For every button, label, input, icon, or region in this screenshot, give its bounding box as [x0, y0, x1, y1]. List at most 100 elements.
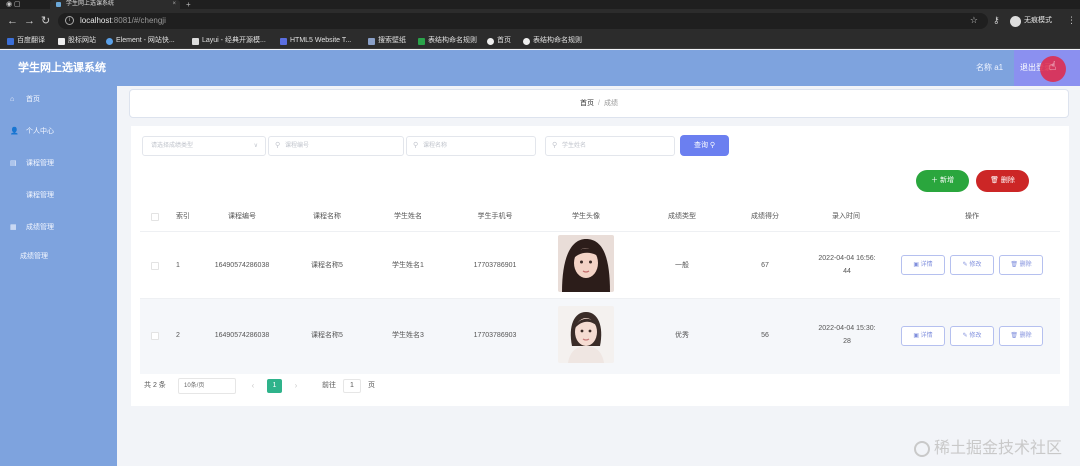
- column-header: 索引: [176, 213, 190, 220]
- cell-time: 2022-04-04 16:56:: [818, 255, 876, 262]
- column-header: 录入时间: [832, 213, 860, 220]
- bookmark-item[interactable]: 首页: [487, 36, 511, 46]
- detail-button[interactable]: ▣ 详情: [901, 326, 945, 346]
- detail-icon: ▣: [913, 333, 919, 339]
- app-header: 学生网上选课系统 名称 a1 退出登录 ☝: [0, 50, 1080, 86]
- student-avatar: [558, 235, 614, 292]
- bookmark-item[interactable]: 百度翻译: [7, 36, 45, 46]
- row-checkbox[interactable]: [151, 332, 159, 340]
- back-icon[interactable]: ←: [7, 15, 18, 27]
- edit-icon: ✎: [962, 262, 968, 268]
- row-delete-button[interactable]: 🗑 删除: [999, 326, 1043, 346]
- cell-grade-type: 一般: [675, 262, 689, 269]
- incognito-label: 无痕模式: [1024, 17, 1052, 24]
- forward-icon[interactable]: →: [24, 15, 35, 27]
- sidebar-subitem-grade-management[interactable]: 成绩管理: [0, 249, 117, 265]
- sidebar-item-grade-management[interactable]: ▦ 成绩管理: [0, 220, 117, 236]
- bookmark-item[interactable]: Layui - 经典开源模...: [192, 36, 266, 46]
- logout-button[interactable]: 退出登录 ☝: [1014, 50, 1080, 86]
- trash-icon: 🗑: [1010, 333, 1018, 339]
- watermark: 稀土掘金技术社区: [914, 440, 1062, 458]
- user-icon: 👤: [10, 128, 19, 135]
- trash-icon: 🗑: [1010, 262, 1018, 268]
- breadcrumb-separator: /: [598, 100, 600, 107]
- cell-course-name: 课程名称5: [311, 262, 343, 269]
- delete-button[interactable]: 🗑 删除: [976, 170, 1029, 192]
- course-no-input[interactable]: ⚲ 课程编号: [268, 136, 404, 156]
- cell-course-no: 16490574286038: [214, 332, 270, 339]
- breadcrumb-current: 成绩: [603, 100, 618, 107]
- browser-tab-bar: ◉ ▢ 学生网上选课系统 × +: [0, 0, 1080, 9]
- cell-index: 2: [176, 332, 180, 339]
- avatar-photo-icon: [558, 306, 614, 363]
- search-icon: ⚲: [275, 142, 281, 149]
- chevron-down-icon: ∨: [253, 143, 258, 149]
- address-bar: ← → ↻ i localhost:8081/#/chengji ☆ ⚷ 无痕模…: [0, 9, 1080, 33]
- page-suffix-label: 页: [368, 382, 375, 389]
- home-icon: ⌂: [10, 96, 15, 103]
- detail-button[interactable]: ▣ 详情: [901, 255, 945, 275]
- cursor-hand-icon: ☝: [1049, 59, 1057, 73]
- app-title: 学生网上选课系统: [18, 62, 106, 74]
- reload-icon[interactable]: ↻: [41, 15, 50, 27]
- bookmark-item[interactable]: Element - 网站快...: [106, 36, 175, 46]
- url-host: localhost: [80, 16, 112, 25]
- tab-close-icon[interactable]: ×: [172, 0, 176, 9]
- bookmark-item[interactable]: 表结构命名规则: [418, 36, 477, 46]
- prev-page-icon[interactable]: ‹: [246, 379, 260, 393]
- browser-menu-icon[interactable]: ⋮: [1067, 15, 1076, 26]
- site-info-icon[interactable]: i: [65, 16, 74, 25]
- page-number[interactable]: 1: [267, 379, 282, 393]
- student-avatar: [558, 306, 614, 363]
- sidebar-subitem-course-management[interactable]: 课程管理: [0, 188, 117, 204]
- tab-favicon-icon: [56, 2, 61, 7]
- sidebar-item-course-management[interactable]: ▤ 课程管理: [0, 156, 117, 172]
- search-button[interactable]: 查询 ⚲: [680, 135, 729, 156]
- goto-page-input[interactable]: 1: [343, 379, 361, 393]
- row-delete-button[interactable]: 🗑 删除: [999, 255, 1043, 275]
- grid-icon: ▦: [10, 224, 17, 231]
- cell-index: 1: [176, 262, 180, 269]
- course-name-input[interactable]: ⚲ 课程名称: [406, 136, 536, 156]
- row-checkbox[interactable]: [151, 262, 159, 270]
- tab-title: 学生网上选课系统: [66, 1, 115, 7]
- bookmark-item[interactable]: 表结构命名规则: [523, 36, 582, 46]
- page-size-select[interactable]: 10条/页: [178, 378, 236, 394]
- edit-button[interactable]: ✎ 修改: [950, 326, 994, 346]
- incognito-indicator[interactable]: 无痕模式: [1010, 14, 1052, 28]
- cell-score: 67: [761, 262, 769, 269]
- grade-type-select[interactable]: 请选择成绩类型 ∨: [142, 136, 266, 156]
- browser-tab[interactable]: 学生网上选课系统 ×: [50, 0, 180, 9]
- next-page-icon[interactable]: ›: [289, 379, 303, 393]
- bookmark-item[interactable]: HTML5 Website T...: [280, 36, 351, 46]
- sidebar-item-home[interactable]: ⌂ 首页: [0, 92, 117, 108]
- column-header: 学生头像: [572, 213, 600, 220]
- cell-phone: 17703786903: [473, 332, 517, 339]
- search-icon: ⚲: [552, 142, 558, 149]
- bookmark-star-icon[interactable]: ☆: [970, 15, 978, 26]
- edit-icon: ✎: [962, 333, 968, 339]
- user-name-label: 名称 a1: [976, 63, 1004, 72]
- url-input[interactable]: i localhost:8081/#/chengji ☆: [58, 13, 988, 29]
- goto-label: 前往: [322, 382, 336, 389]
- new-tab-icon[interactable]: +: [186, 0, 191, 9]
- bookmarks-bar: 百度翻译 股标网站 Element - 网站快... Layui - 经典开源模…: [0, 33, 1080, 49]
- cell-course-name: 课程名称5: [311, 332, 343, 339]
- select-all-checkbox[interactable]: [151, 213, 159, 221]
- cell-score: 56: [761, 332, 769, 339]
- sidebar: ⌂ 首页 👤 个人中心 ▤ 课程管理 课程管理 ▦ 成绩管理 成绩管理: [0, 86, 117, 466]
- key-icon[interactable]: ⚷: [993, 15, 1000, 26]
- add-button[interactable]: ＋ 新增: [916, 170, 969, 192]
- bookmark-item[interactable]: 股标网站: [58, 36, 96, 46]
- sidebar-item-profile[interactable]: 👤 个人中心: [0, 124, 117, 140]
- cell-phone: 17703786901: [473, 262, 517, 269]
- column-header: 课程编号: [228, 213, 256, 220]
- plus-icon: ＋: [931, 177, 939, 184]
- trash-icon: 🗑: [990, 177, 999, 184]
- incognito-avatar-icon: [1010, 16, 1021, 27]
- student-name-input[interactable]: ⚲ 学生姓名: [545, 136, 675, 156]
- bookmark-item[interactable]: 搜索壁纸: [368, 36, 406, 46]
- column-header: 操作: [965, 213, 979, 220]
- edit-button[interactable]: ✎ 修改: [950, 255, 994, 275]
- breadcrumb-home[interactable]: 首页: [580, 100, 594, 107]
